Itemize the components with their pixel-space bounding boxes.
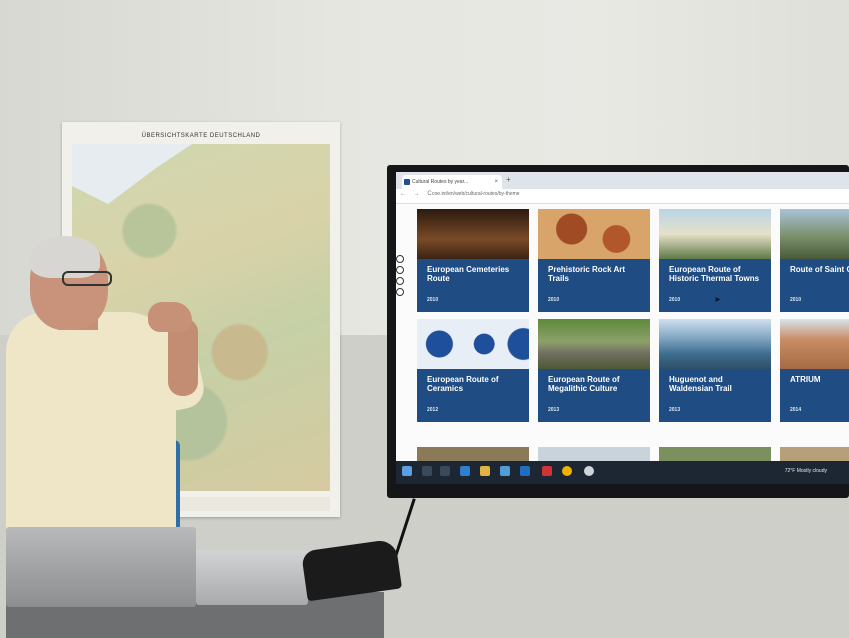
favicon-icon	[404, 179, 410, 185]
rail-icon[interactable]	[396, 288, 404, 296]
route-card[interactable]	[659, 447, 771, 461]
rail-icon[interactable]	[396, 277, 404, 285]
search-icon[interactable]	[422, 466, 432, 476]
url-text[interactable]: coe.int/en/web/cultural-routes/by-theme	[432, 191, 520, 197]
card-year: 2012	[427, 407, 439, 413]
route-card[interactable]: Huguenot and Waldensian Trail 2013	[659, 319, 771, 422]
route-card[interactable]	[538, 447, 650, 461]
presenter-hand	[148, 302, 192, 332]
route-card[interactable]: ATRIUM 2014	[780, 319, 849, 422]
card-year: 2010	[427, 297, 439, 303]
card-image	[417, 319, 529, 369]
card-image	[659, 209, 771, 259]
route-card[interactable]: European Route of Ceramics 2012	[417, 319, 529, 422]
chrome-icon[interactable]	[562, 466, 572, 476]
new-tab-button[interactable]: +	[506, 175, 511, 184]
browser-tab[interactable]: Cultural Routes by year... ×	[402, 175, 502, 189]
card-year: 2013	[548, 407, 560, 413]
route-card[interactable]	[780, 447, 849, 461]
card-title: Prehistoric Rock Art Trails	[548, 265, 626, 283]
card-image	[780, 319, 849, 369]
card-title: Route of Saint Olav Ways	[790, 265, 849, 274]
card-title: European Cemeteries Route	[427, 265, 510, 283]
task-view-icon[interactable]	[440, 466, 450, 476]
route-card[interactable]: Prehistoric Rock Art Trails 2010	[538, 209, 650, 312]
route-card[interactable]: European Route of Megalithic Culture 201…	[538, 319, 650, 422]
edge-icon[interactable]	[460, 466, 470, 476]
card-title: European Route of Megalithic Culture	[548, 375, 620, 393]
app-icon[interactable]	[542, 466, 552, 476]
card-image	[780, 209, 849, 259]
tv-screen: Cultural Routes by year... × + ← → C coe…	[396, 172, 849, 484]
browser-tab-strip: Cultural Routes by year... × +	[396, 172, 849, 189]
laptop	[6, 527, 196, 607]
store-icon[interactable]	[500, 466, 510, 476]
nav-icons[interactable]: ← → C	[400, 191, 435, 197]
mouse-pointer-icon: ➤	[714, 295, 721, 304]
close-tab-icon[interactable]: ×	[494, 175, 498, 189]
card-image	[659, 319, 771, 369]
mail-icon[interactable]	[520, 466, 530, 476]
taskbar: 72°F Mostly cloudy	[396, 461, 849, 484]
card-title: ATRIUM	[790, 375, 821, 384]
card-year: 2010	[669, 297, 681, 303]
card-title: European Route of Ceramics	[427, 375, 499, 393]
folder-icon[interactable]	[480, 466, 490, 476]
address-bar[interactable]: ← → C coe.int/en/web/cultural-routes/by-…	[396, 189, 849, 204]
rail-icon[interactable]	[396, 255, 404, 263]
weather-status[interactable]: 72°F Mostly cloudy	[785, 468, 827, 474]
tab-title: Cultural Routes by year...	[412, 179, 469, 185]
card-year: 2014	[790, 407, 802, 413]
map-title: ÜBERSICHTSKARTE DEUTSCHLAND	[141, 133, 261, 139]
route-card[interactable]	[417, 447, 529, 461]
route-card[interactable]: Route of Saint Olav Ways 2010	[780, 209, 849, 312]
card-image	[538, 209, 650, 259]
page-side-rail	[396, 252, 404, 314]
card-image	[538, 319, 650, 369]
card-year: 2010	[790, 297, 802, 303]
route-card[interactable]: European Cemeteries Route 2010	[417, 209, 529, 312]
start-icon[interactable]	[402, 466, 412, 476]
settings-icon[interactable]	[584, 466, 594, 476]
rail-icon[interactable]	[396, 266, 404, 274]
laptop-second	[196, 550, 308, 605]
card-title: Huguenot and Waldensian Trail	[669, 375, 732, 393]
card-year: 2013	[669, 407, 681, 413]
card-year: 2010	[548, 297, 560, 303]
glasses	[62, 271, 112, 286]
card-title: European Route of Historic Thermal Towns	[669, 265, 760, 283]
card-image	[417, 209, 529, 259]
